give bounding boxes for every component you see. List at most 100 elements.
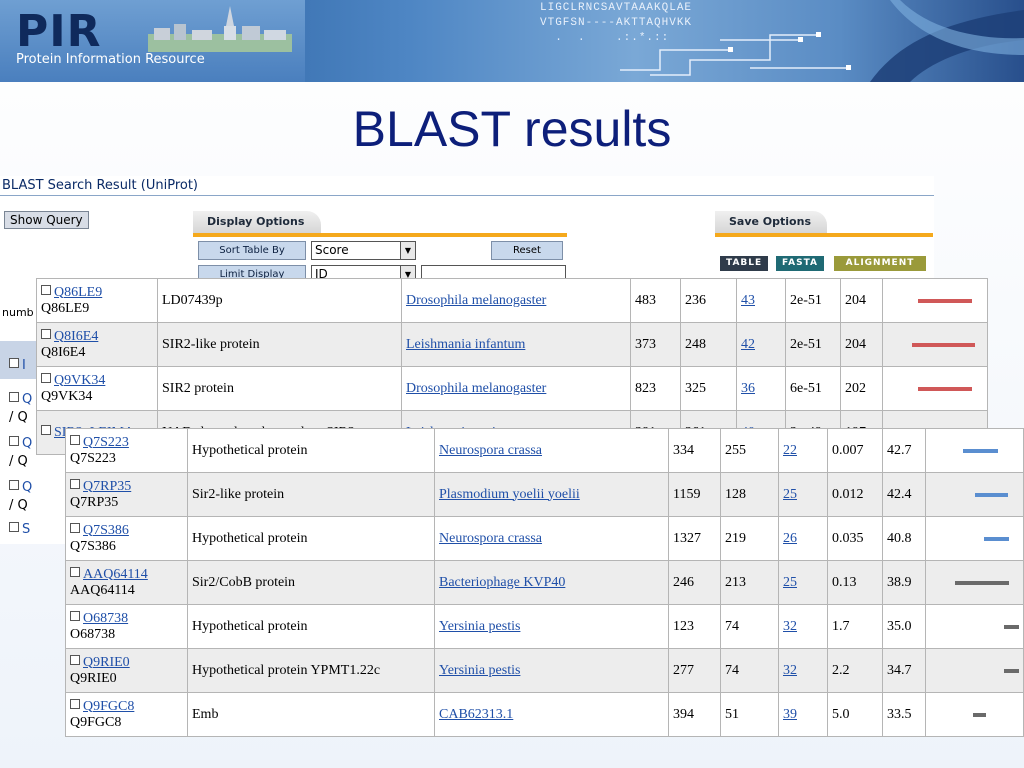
- organism-cell: Drosophila melanogaster: [401, 366, 631, 411]
- checkbox[interactable]: [41, 372, 51, 383]
- reset-button[interactable]: Reset: [491, 241, 563, 260]
- hits-link[interactable]: 39: [783, 707, 797, 722]
- checkbox[interactable]: [9, 392, 19, 402]
- hits-cell: 43: [736, 278, 786, 323]
- hits-link[interactable]: 22: [783, 443, 797, 458]
- evalue-cell: 0.035: [827, 516, 883, 561]
- organism-cell: Yersinia pestis: [434, 648, 669, 693]
- checkbox[interactable]: [9, 436, 19, 446]
- bits-cell: 202: [840, 366, 883, 411]
- accession-link[interactable]: Q8I6E4: [54, 329, 98, 344]
- length-cell: 246: [668, 560, 721, 605]
- alignment-bar: [972, 712, 987, 717]
- checkbox[interactable]: [70, 434, 80, 445]
- hits-link[interactable]: 42: [741, 337, 755, 352]
- limit-select[interactable]: ID ▼: [311, 265, 416, 279]
- save-table-button[interactable]: TABLE: [720, 256, 769, 271]
- table-row: Q9FGC8 Q9FGC8 Emb CAB62313.1 394 51 39 5.…: [65, 692, 1024, 737]
- score-cell: 248: [680, 322, 737, 367]
- evalue-cell: 2.2: [827, 648, 883, 693]
- accession-link[interactable]: Q86LE9: [54, 285, 102, 300]
- row-fragment[interactable]: Q: [9, 392, 32, 407]
- bits-cell: 33.5: [882, 692, 926, 737]
- alignment-bar: [955, 580, 1010, 585]
- show-query-button[interactable]: Show Query: [4, 211, 89, 229]
- display-options-tab[interactable]: Display Options: [193, 211, 321, 233]
- checkbox[interactable]: [70, 522, 80, 533]
- number-label-fragment: numb: [2, 306, 34, 319]
- hits-link[interactable]: 32: [783, 663, 797, 678]
- row-fragment[interactable]: S: [9, 522, 30, 537]
- length-cell: 394: [668, 692, 721, 737]
- checkbox[interactable]: [41, 328, 51, 339]
- sort-table-by-button[interactable]: Sort Table By: [198, 241, 306, 260]
- hits-link[interactable]: 32: [783, 619, 797, 634]
- organism-link[interactable]: Neurospora crassa: [439, 531, 542, 546]
- score-cell: 213: [720, 560, 779, 605]
- checkbox[interactable]: [70, 478, 80, 489]
- alignment-bar: [984, 536, 1010, 541]
- length-cell: 334: [668, 428, 721, 473]
- bits-cell: 204: [840, 278, 883, 323]
- accession-id: Q7S223: [70, 450, 116, 466]
- checkbox[interactable]: [70, 698, 80, 709]
- save-options-tab[interactable]: Save Options: [715, 211, 827, 233]
- row-fragment[interactable]: I: [9, 358, 26, 373]
- length-cell: 483: [630, 278, 681, 323]
- organism-link[interactable]: Plasmodium yoelii yoelii: [439, 487, 580, 502]
- row-fragment[interactable]: Q: [9, 436, 32, 451]
- pir-logo[interactable]: PIR Protein Information Resource: [0, 0, 305, 82]
- organism-link[interactable]: Neurospora crassa: [439, 443, 542, 458]
- organism-link[interactable]: Drosophila melanogaster: [406, 381, 546, 396]
- accession-cell: Q9VK34 Q9VK34: [36, 366, 158, 411]
- length-cell: 373: [630, 322, 681, 367]
- checkbox[interactable]: [70, 566, 80, 577]
- description-cell: SIR2-like protein: [157, 322, 402, 367]
- accession-link[interactable]: Q7RP35: [83, 479, 131, 494]
- organism-link[interactable]: Bacteriophage KVP40: [439, 575, 565, 590]
- length-cell: 1327: [668, 516, 721, 561]
- score-cell: 128: [720, 472, 779, 517]
- accession-link[interactable]: Q9FGC8: [83, 699, 134, 714]
- accession-link[interactable]: Q9VK34: [54, 373, 105, 388]
- organism-link[interactable]: Yersinia pestis: [439, 619, 520, 634]
- hits-link[interactable]: 26: [783, 531, 797, 546]
- accession-link[interactable]: AAQ64114: [83, 567, 148, 582]
- hits-link[interactable]: 43: [741, 293, 755, 308]
- accession-link[interactable]: O68738: [83, 611, 128, 626]
- save-fasta-button[interactable]: FASTA: [776, 256, 824, 271]
- bits-cell: 35.0: [882, 604, 926, 649]
- length-cell: 1159: [668, 472, 721, 517]
- checkbox[interactable]: [70, 654, 80, 665]
- accession-cell: O68738 O68738: [65, 604, 188, 649]
- checkbox[interactable]: [41, 284, 51, 295]
- row-fragment[interactable]: Q: [9, 480, 32, 495]
- checkbox[interactable]: [9, 480, 19, 490]
- hits-link[interactable]: 25: [783, 575, 797, 590]
- description-cell: Hypothetical protein: [187, 516, 435, 561]
- chevron-down-icon: ▼: [400, 266, 415, 278]
- alignment-bar: [912, 342, 975, 347]
- accession-id: AAQ64114: [70, 582, 135, 598]
- checkbox[interactable]: [41, 424, 51, 435]
- organism-link[interactable]: Drosophila melanogaster: [406, 293, 546, 308]
- accession-link[interactable]: Q7S223: [83, 435, 129, 450]
- organism-link[interactable]: Leishmania infantum: [406, 337, 525, 352]
- checkbox[interactable]: [9, 358, 19, 368]
- sort-select[interactable]: Score ▼: [311, 241, 416, 260]
- checkbox[interactable]: [9, 522, 19, 532]
- organism-link[interactable]: Yersinia pestis: [439, 663, 520, 678]
- checkbox[interactable]: [70, 610, 80, 621]
- save-alignment-button[interactable]: ALIGNMENT: [834, 256, 926, 271]
- hits-link[interactable]: 36: [741, 381, 755, 396]
- logo-text: PIR: [16, 6, 102, 57]
- alignment-graph-cell: [882, 366, 988, 411]
- limit-input[interactable]: [421, 265, 566, 279]
- organism-link[interactable]: CAB62313.1: [439, 707, 513, 722]
- helix-graphic-icon: [870, 0, 1024, 82]
- limit-display-button[interactable]: Limit Display: [198, 265, 306, 279]
- table-row: Q8I6E4 Q8I6E4 SIR2-like protein Leishmani…: [36, 322, 988, 367]
- accession-link[interactable]: Q7S386: [83, 523, 129, 538]
- hits-link[interactable]: 25: [783, 487, 797, 502]
- accession-link[interactable]: Q9RIE0: [83, 655, 130, 670]
